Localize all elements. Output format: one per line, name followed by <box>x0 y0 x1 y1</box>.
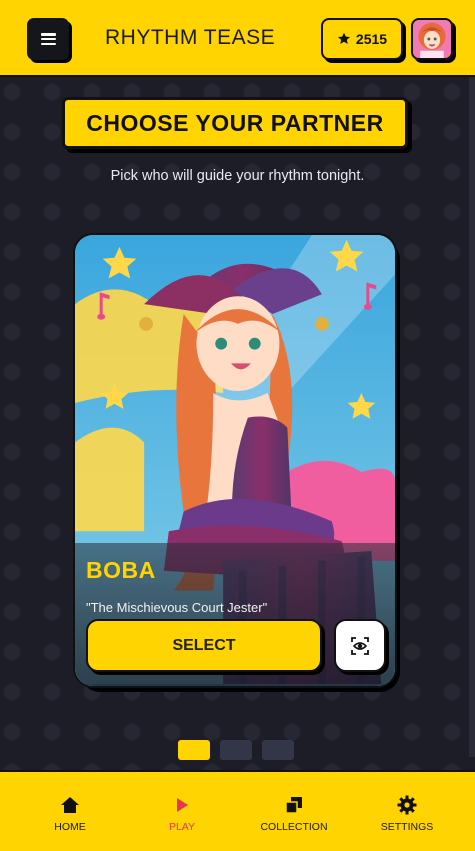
star-badge-icon <box>337 32 350 45</box>
nav-label: PLAY <box>168 821 196 833</box>
menu-button[interactable] <box>27 18 69 60</box>
nav-label: SETTINGS <box>380 821 434 833</box>
avatar <box>413 20 451 58</box>
coin-count: 2515 <box>355 31 388 47</box>
card-info-panel: BOBA "The Mischievous Court Jester" SELE… <box>75 543 395 686</box>
home-icon <box>61 797 79 813</box>
bottom-navigation: HOME PLAY COLLECTION SETTINGS <box>0 770 475 851</box>
carousel-indicator <box>178 740 294 760</box>
app-title: RHYTHM TEASE <box>105 26 276 49</box>
nav-label: COLLECTION <box>260 821 328 833</box>
carousel-dot[interactable] <box>220 740 252 760</box>
nav-item-play[interactable]: PLAY <box>132 794 232 833</box>
character-card[interactable]: BOBA "The Mischievous Court Jester" SELE… <box>73 233 397 688</box>
character-tagline: "The Mischievous Court Jester" <box>86 600 268 615</box>
nav-item-collection[interactable]: COLLECTION <box>244 794 344 833</box>
top-bar: RHYTHM TEASE 2515 <box>0 0 475 77</box>
eye-preview-icon <box>351 636 369 655</box>
play-icon <box>177 798 188 812</box>
gear-icon <box>397 795 417 815</box>
character-name: BOBA <box>86 557 156 583</box>
nav-item-settings[interactable]: SETTINGS <box>357 794 457 833</box>
coin-balance-button[interactable]: 2515 <box>321 18 403 60</box>
profile-avatar-button[interactable] <box>411 18 453 60</box>
preview-button[interactable] <box>334 619 386 672</box>
page-title: CHOOSE YOUR PARTNER <box>62 97 408 149</box>
carousel-dot[interactable] <box>178 740 210 760</box>
page-subtitle: Pick who will guide your rhythm tonight. <box>110 168 365 184</box>
nav-item-home[interactable]: HOME <box>20 794 120 833</box>
nav-label: HOME <box>54 821 86 833</box>
collection-icon <box>285 797 302 814</box>
carousel-dot[interactable] <box>262 740 294 760</box>
hamburger-menu-icon <box>40 33 56 45</box>
select-button[interactable]: SELECT <box>86 619 322 672</box>
